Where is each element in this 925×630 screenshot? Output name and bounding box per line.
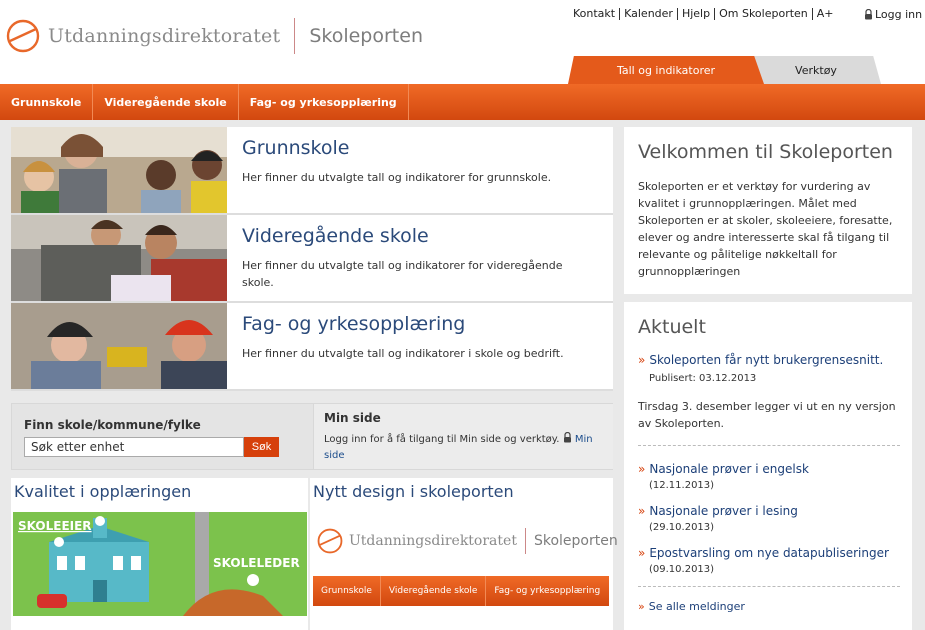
news-item-title[interactable]: Nasjonale prøver i engelsk — [649, 462, 809, 476]
min-side-description: Logg inn for å få tilgang til Min side o… — [324, 434, 560, 445]
promo-kvalitet[interactable]: Kvalitet i opplæringen SKOLEEIER SKOLELE… — [11, 478, 308, 630]
card-grunnskole[interactable]: Grunnskole Her finner du utvalgte tall o… — [11, 127, 613, 215]
preview-nav: Grunnskole Videregående skole Fag- og yr… — [313, 576, 609, 606]
top-link-hjelp[interactable]: Hjelp — [676, 8, 714, 20]
tab-tall-og-indikatorer[interactable]: Tall og indikatorer — [568, 56, 764, 84]
lock-icon — [563, 431, 571, 443]
see-all-label[interactable]: Se alle meldinger — [649, 600, 745, 613]
news-item[interactable]: » Nasjonale prøver i engelsk — [638, 462, 903, 476]
news-title: Aktuelt — [638, 316, 706, 338]
skoleleder-label[interactable]: SKOLELEDER — [213, 556, 300, 570]
news-date: (09.10.2013) — [649, 564, 715, 575]
card-title[interactable]: Fag- og yrkesopplæring — [242, 313, 465, 335]
min-side-title: Min side — [324, 411, 381, 425]
kvalitet-illustration[interactable]: SKOLEEIER SKOLELEDER — [13, 512, 307, 616]
preview-org-name: Utdanningsdirektoratet — [349, 533, 517, 549]
top-link-kalender[interactable]: Kalender — [619, 8, 677, 20]
card-desc: Her finner du utvalgte tall og indikator… — [242, 259, 563, 289]
level-cards: Grunnskole Her finner du utvalgte tall o… — [11, 127, 613, 391]
card-title[interactable]: Grunnskole — [242, 137, 349, 159]
udir-logo-icon — [317, 528, 343, 554]
news-item-title[interactable]: Nasjonale prøver i lesing — [649, 504, 798, 518]
preview-nav-item: Grunnskole — [313, 576, 381, 606]
nav-item-fag-og-yrkesopplaering[interactable]: Fag- og yrkesopplæring — [239, 84, 409, 120]
search-panel: Finn skole/kommune/fylke Søk Min side Lo… — [11, 403, 613, 470]
site-logo[interactable]: Utdanningsdirektoratet Skoleporten — [6, 18, 423, 54]
news-item-title[interactable]: Skoleporten får nytt brukergrensesnitt. — [649, 353, 883, 367]
divider — [638, 586, 900, 587]
text-size-link[interactable]: A+ — [811, 8, 838, 20]
min-side-text: Logg inn for å få tilgang til Min side o… — [324, 431, 609, 464]
login-label: Logg inn — [875, 8, 923, 21]
login-link[interactable]: Logg inn — [864, 8, 922, 21]
min-side-panel: Min side Logg inn for å få tilgang til M… — [313, 404, 613, 469]
news-date: (29.10.2013) — [649, 522, 715, 533]
news-item[interactable]: » Skoleporten får nytt brukergrensesnitt. — [638, 353, 903, 367]
chevron-right-icon: » — [638, 353, 646, 367]
news-item[interactable]: » Nasjonale prøver i lesing — [638, 504, 903, 518]
see-all-link[interactable]: » Se alle meldinger — [638, 600, 903, 613]
skoleeier-label[interactable]: SKOLEEIER — [18, 519, 92, 533]
card-fag-og-yrkesopplaering[interactable]: Fag- og yrkesopplæring Her finner du utv… — [11, 303, 613, 391]
top-link-om[interactable]: Om Skoleporten — [714, 8, 812, 20]
grunnskole-photo[interactable] — [11, 127, 227, 213]
news-item[interactable]: » Epostvarsling om nye datapubliseringer — [638, 546, 903, 560]
nav-item-grunnskole[interactable]: Grunnskole — [0, 84, 94, 120]
search-input[interactable] — [24, 437, 244, 457]
divider — [638, 445, 900, 446]
promo-title[interactable]: Kvalitet i opplæringen — [14, 482, 191, 501]
news-body: Tirsdag 3. desember legger vi ut en ny v… — [638, 400, 896, 430]
preview-divider — [524, 528, 526, 554]
chevron-right-icon: » — [638, 504, 646, 518]
card-desc: Her finner du utvalgte tall og indikator… — [242, 347, 564, 360]
logo-divider — [294, 18, 296, 54]
search-label: Finn skole/kommune/fylke — [24, 418, 201, 432]
main-nav: Grunnskole Videregående skole Fag- og yr… — [0, 84, 925, 120]
udir-logo-icon — [6, 19, 40, 53]
top-link-kontakt[interactable]: Kontakt — [573, 8, 619, 20]
videregaende-photo[interactable] — [11, 215, 227, 301]
search-button[interactable]: Søk — [244, 437, 279, 457]
card-title[interactable]: Videregående skole — [242, 225, 429, 247]
welcome-panel: Velkommen til Skoleporten Skoleporten er… — [624, 127, 912, 294]
lock-icon — [865, 9, 872, 20]
chevron-right-icon: » — [638, 462, 646, 476]
preview-nav-item: Videregående skole — [381, 576, 487, 606]
chevron-right-icon: » — [638, 600, 645, 613]
preview-logo: Utdanningsdirektoratet Skoleporten — [317, 528, 618, 554]
org-name: Utdanningsdirektoratet — [48, 25, 281, 47]
design-preview[interactable]: Utdanningsdirektoratet Skoleporten Grunn… — [313, 522, 618, 608]
news-date: (12.11.2013) — [649, 480, 715, 491]
tab-verktoy[interactable]: Verktøy — [751, 56, 881, 84]
fag-og-yrkesopplaering-photo[interactable] — [11, 303, 227, 389]
chevron-right-icon: » — [638, 546, 646, 560]
welcome-title: Velkommen til Skoleporten — [638, 141, 893, 163]
promo-nytt-design[interactable]: Nytt design i skoleporten Utdanningsdire… — [310, 478, 618, 630]
preview-site-name: Skoleporten — [533, 533, 618, 549]
promo-title[interactable]: Nytt design i skoleporten — [313, 482, 514, 501]
news-panel: Aktuelt » Skoleporten får nytt brukergren… — [624, 302, 912, 630]
top-links: Kontakt Kalender Hjelp Om Skoleporten A+ — [573, 8, 838, 20]
site-name: Skoleporten — [309, 25, 423, 47]
card-desc: Her finner du utvalgte tall og indikator… — [242, 171, 552, 184]
news-item-title[interactable]: Epostvarsling om nye datapubliseringer — [649, 546, 889, 560]
preview-nav-item: Fag- og yrkesopplæring — [494, 586, 601, 596]
news-date: Publisert: 03.12.2013 — [649, 373, 757, 384]
site-header: Utdanningsdirektoratet Skoleporten Konta… — [0, 0, 925, 84]
nav-item-videregaende[interactable]: Videregående skole — [93, 84, 239, 120]
card-videregaende[interactable]: Videregående skole Her finner du utvalgt… — [11, 215, 613, 303]
welcome-text: Skoleporten er et verktøy for vurdering … — [638, 180, 893, 278]
